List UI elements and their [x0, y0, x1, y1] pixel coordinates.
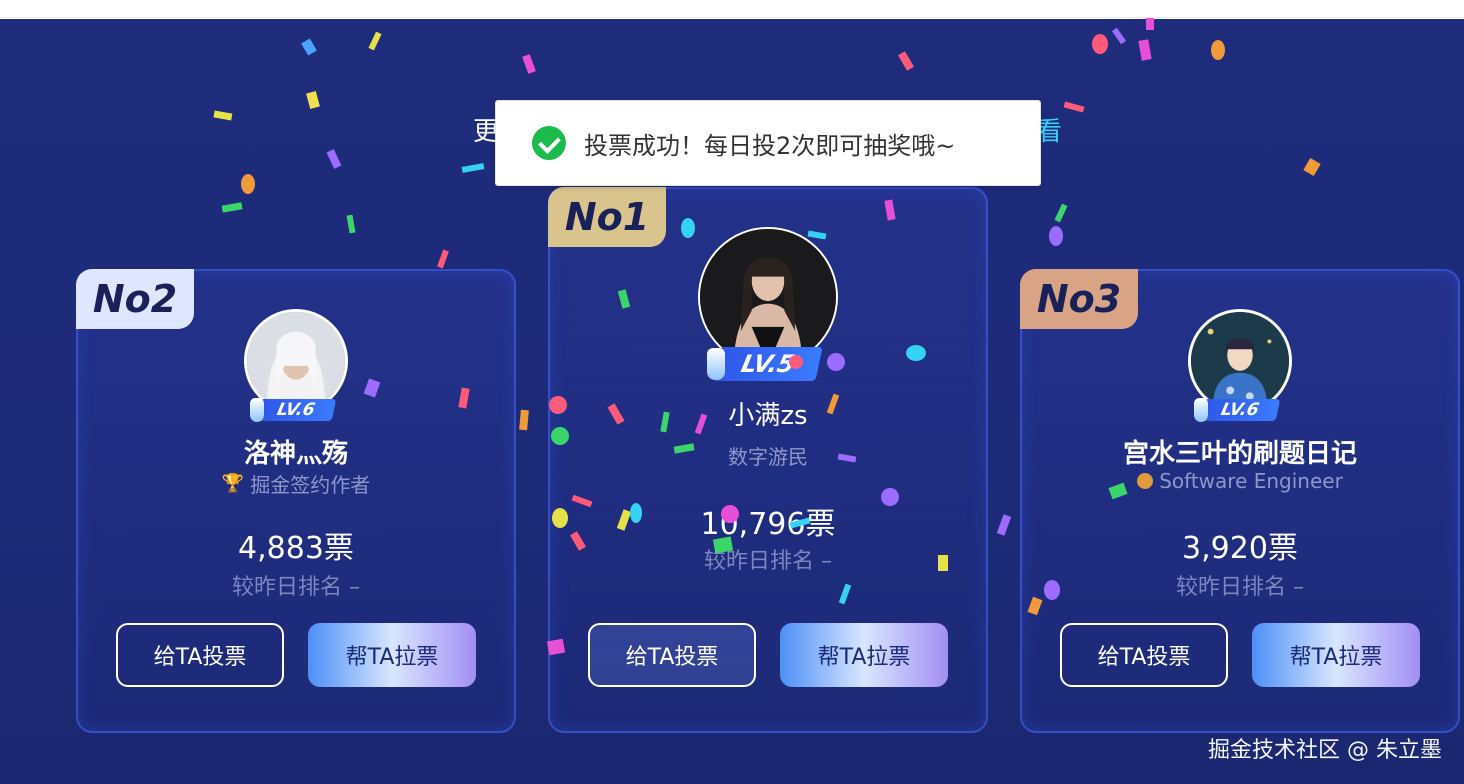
avatar[interactable]	[698, 227, 838, 367]
vote-button[interactable]: 给TA投票	[116, 623, 284, 687]
vote-button[interactable]: 给TA投票	[1060, 623, 1228, 687]
rank-card-2: No2 LV.6 洛神灬殇 🏆 掘金签约作者 4,883票 较昨日排名 – 给T…	[76, 269, 516, 733]
author-title-text: 数字游民	[728, 445, 808, 469]
rank-card-3: No3 LV.6 宫水三叶的刷题日记 Software Engineer 3,9…	[1020, 269, 1460, 733]
level-text: LV.5	[738, 350, 798, 378]
top-bar	[0, 0, 1464, 18]
trophy-icon: 🏆	[221, 473, 245, 494]
rank-change: 较昨日排名 –	[704, 549, 832, 574]
badge-dot-icon	[1137, 473, 1154, 489]
avatar-image	[1191, 312, 1289, 410]
level-badge: LV.6	[250, 398, 337, 422]
vote-count: 4,883票	[238, 531, 354, 566]
level-badge: LV.6	[1194, 398, 1281, 422]
vote-button[interactable]: 给TA投票	[588, 623, 756, 687]
author-title-text: 掘金签约作者	[250, 473, 371, 497]
rank-badge: No3	[1020, 269, 1138, 329]
watermark: 掘金技术社区 @ 朱立墨	[1208, 738, 1442, 763]
rank-change: 较昨日排名 –	[232, 575, 360, 600]
author-title: 数字游民	[550, 441, 986, 470]
level-text: LV.6	[1219, 400, 1261, 420]
rank-badge: No2	[76, 269, 194, 329]
level-flame-icon	[1194, 398, 1208, 422]
author-name[interactable]: 宫水三叶的刷题日记	[1022, 433, 1458, 470]
level-flame-icon	[250, 398, 264, 422]
vote-count: 3,920票	[1182, 531, 1298, 566]
pull-votes-button[interactable]: 帮TA拉票	[308, 623, 476, 687]
level-badge: LV.5	[707, 347, 823, 381]
author-title-text: Software Engineer	[1159, 469, 1343, 493]
rank-change: 较昨日排名 –	[1176, 575, 1304, 600]
pull-votes-button[interactable]: 帮TA拉票	[1252, 623, 1420, 687]
author-title: Software Engineer	[1022, 469, 1458, 493]
level-text: LV.6	[275, 400, 317, 420]
author-name[interactable]: 洛神灬殇	[78, 433, 514, 470]
toast-message: 投票成功！每日投2次即可抽奖哦~	[584, 131, 956, 160]
check-circle-icon	[532, 126, 566, 160]
success-toast: 投票成功！每日投2次即可抽奖哦~	[495, 100, 1041, 186]
avatar-image	[700, 229, 836, 365]
rank-badge: No1	[548, 187, 666, 247]
vote-count: 10,796票	[700, 507, 836, 542]
rank-card-1: No1 LV.5 小满zs 数字游民 10,796票 较昨日排名 – 给TA投票…	[548, 187, 988, 733]
avatar-image	[247, 312, 345, 410]
level-flame-icon	[707, 348, 725, 380]
author-title: 🏆 掘金签约作者	[78, 469, 514, 498]
pull-votes-button[interactable]: 帮TA拉票	[780, 623, 948, 687]
author-name[interactable]: 小满zs	[550, 395, 986, 432]
